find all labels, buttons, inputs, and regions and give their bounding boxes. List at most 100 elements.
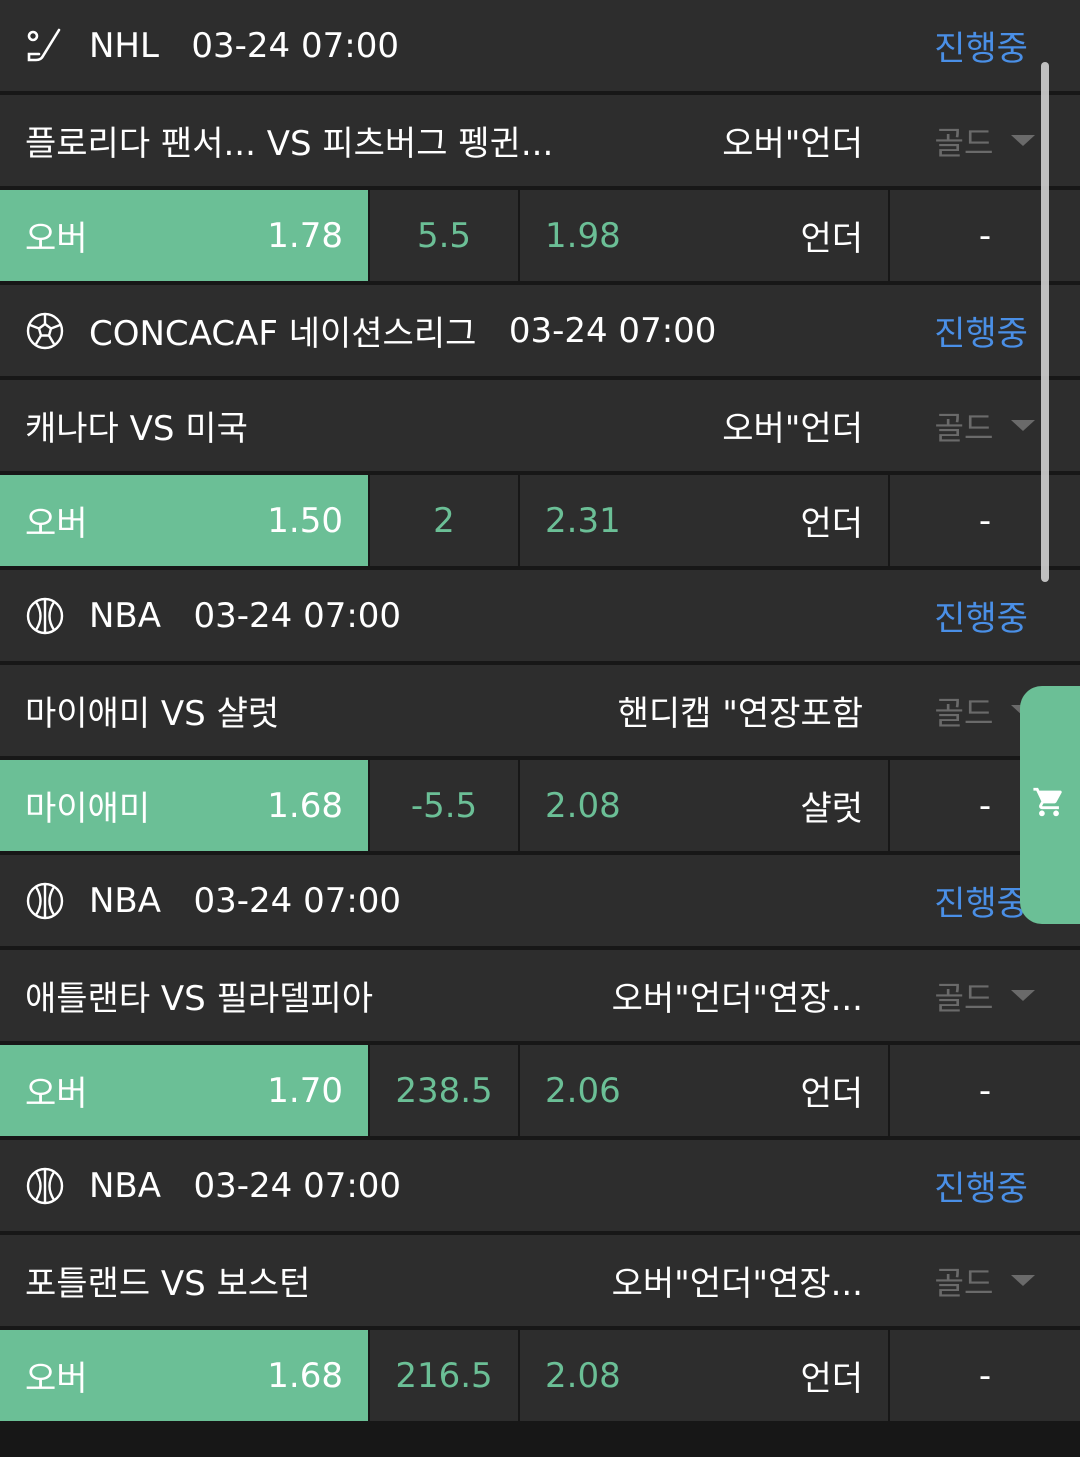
league-name: NHL [89,25,159,66]
match-title: 캐나다 VS 미국 [25,409,248,449]
game-datetime: 03-24 07:00 [193,880,402,921]
odds-left-value: 1.68 [267,1355,343,1396]
chevron-down-icon [1011,135,1036,146]
odds-left-button[interactable]: 오버 1.68 [0,1330,368,1421]
line-text: 5.5 [416,215,472,256]
result-value: - [978,1355,992,1396]
match-row: 플로리다 팬서... VS 피츠버그 펭귄... 오버"언더 골드 [0,95,1080,186]
status-label: 진행중 [934,314,1028,354]
line-text: -5.5 [410,785,478,826]
basketball-icon [25,596,65,636]
odds-left-label: 오버 [25,219,88,259]
match-title: 마이애미 VS 샬럿 [25,694,280,734]
basketball-icon [25,881,65,921]
odds-left-value: 1.68 [267,785,343,826]
result-value: - [978,215,992,256]
status-label: 진행중 [934,599,1028,639]
league-name: NBA [89,595,162,636]
game-datetime: 03-24 07:00 [193,595,402,636]
line-text: 2 [433,500,455,541]
odds-left-button[interactable]: 오버 1.70 [0,1045,368,1136]
soccer-icon [25,311,65,351]
game-header: NHL 03-24 07:00 진행중 [0,0,1080,91]
gold-dropdown[interactable]: 골드 [890,950,1080,1041]
match-info: 애틀랜타 VS 필라델피아 오버"언더"연장... [0,950,888,1041]
match-info: 플로리다 팬서... VS 피츠버그 펭귄... 오버"언더 [0,95,888,186]
cart-button[interactable] [1020,686,1080,924]
odds-right-button[interactable]: 2.08 언더 [520,1330,888,1421]
league-info: CONCACAF 네이션스리그 03-24 07:00 [0,285,888,376]
result-value: - [978,1070,992,1111]
odds-right-button[interactable]: 1.98 언더 [520,190,888,281]
game-header: NBA 03-24 07:00 진행중 [0,570,1080,661]
odds-left-label: 오버 [25,504,88,544]
gold-label: 골드 [934,693,994,732]
status-cell: 진행중 [890,570,1080,661]
status-cell: 진행중 [890,285,1080,376]
match-row: 애틀랜타 VS 필라델피아 오버"언더"연장... 골드 [0,950,1080,1041]
odds-right-button[interactable]: 2.06 언더 [520,1045,888,1136]
status-label: 진행중 [934,884,1028,924]
match-info: 캐나다 VS 미국 오버"언더 [0,380,888,471]
market-type: 오버"언더 [722,409,863,449]
gold-label: 골드 [934,978,994,1017]
gold-label: 골드 [934,408,994,447]
league-info: NHL 03-24 07:00 [0,0,888,91]
odds-right-label: 언더 [800,1074,863,1114]
odds-row: 오버 1.70 238.5 2.06 언더 - [0,1045,1080,1136]
status-label: 진행중 [934,1169,1028,1209]
result-value: - [978,500,992,541]
odds-row: 오버 1.68 216.5 2.08 언더 - [0,1330,1080,1421]
odds-right-label: 언더 [800,504,863,544]
scrollbar[interactable] [1041,62,1049,582]
game-block-3: NBA 03-24 07:00 진행중 마이애미 VS 샬럿 핸디캡 "연장포함… [0,570,1080,851]
cart-icon [1033,787,1062,817]
odds-left-button[interactable]: 오버 1.50 [0,475,368,566]
odds-row: 오버 1.50 2 2.31 언더 - [0,475,1080,566]
league-info: NBA 03-24 07:00 [0,570,888,661]
odds-left-label: 마이애미 [25,789,151,829]
league-info: NBA 03-24 07:00 [0,855,888,946]
game-header: NBA 03-24 07:00 진행중 [0,1140,1080,1231]
result-cell: - [890,190,1080,281]
basketball-icon [25,1166,65,1206]
market-type: 핸디캡 "연장포함 [617,694,863,734]
gold-dropdown[interactable]: 골드 [890,95,1080,186]
odds-row: 오버 1.78 5.5 1.98 언더 - [0,190,1080,281]
game-block-2: CONCACAF 네이션스리그 03-24 07:00 진행중 캐나다 VS 미… [0,285,1080,566]
odds-right-button[interactable]: 2.08 샬럿 [520,760,888,851]
game-header: NBA 03-24 07:00 진행중 [0,855,1080,946]
odds-left-value: 1.78 [267,215,343,256]
market-type: 오버"언더"연장... [611,979,863,1019]
game-datetime: 03-24 07:00 [508,310,717,351]
line-value: 216.5 [370,1330,518,1421]
status-cell: 진행중 [890,0,1080,91]
game-datetime: 03-24 07:00 [191,25,399,66]
odds-right-value: 2.31 [545,500,621,541]
odds-left-button[interactable]: 오버 1.78 [0,190,368,281]
odds-right-label: 언더 [800,219,863,259]
chevron-down-icon [1011,420,1036,431]
status-cell: 진행중 [890,1140,1080,1231]
odds-left-value: 1.70 [267,1070,343,1111]
status-label: 진행중 [934,29,1028,69]
gold-dropdown[interactable]: 골드 [890,1235,1080,1326]
gold-label: 골드 [934,1263,994,1302]
gold-dropdown[interactable]: 골드 [890,380,1080,471]
odds-row: 마이애미 1.68 -5.5 2.08 샬럿 - [0,760,1080,851]
match-title: 포틀랜드 VS 보스턴 [25,1264,311,1304]
odds-left-button[interactable]: 마이애미 1.68 [0,760,368,851]
match-title: 플로리다 팬서... VS 피츠버그 펭귄... [25,124,554,164]
result-cell: - [890,475,1080,566]
game-datetime: 03-24 07:00 [193,1165,402,1206]
league-name: NBA [89,880,162,921]
match-title: 애틀랜타 VS 필라델피아 [25,979,373,1019]
odds-right-value: 2.08 [545,785,621,826]
game-list: NHL 03-24 07:00 진행중 플로리다 팬서... VS 피츠버그 펭… [0,0,1080,1425]
odds-right-button[interactable]: 2.31 언더 [520,475,888,566]
game-block-1: NHL 03-24 07:00 진행중 플로리다 팬서... VS 피츠버그 펭… [0,0,1080,281]
